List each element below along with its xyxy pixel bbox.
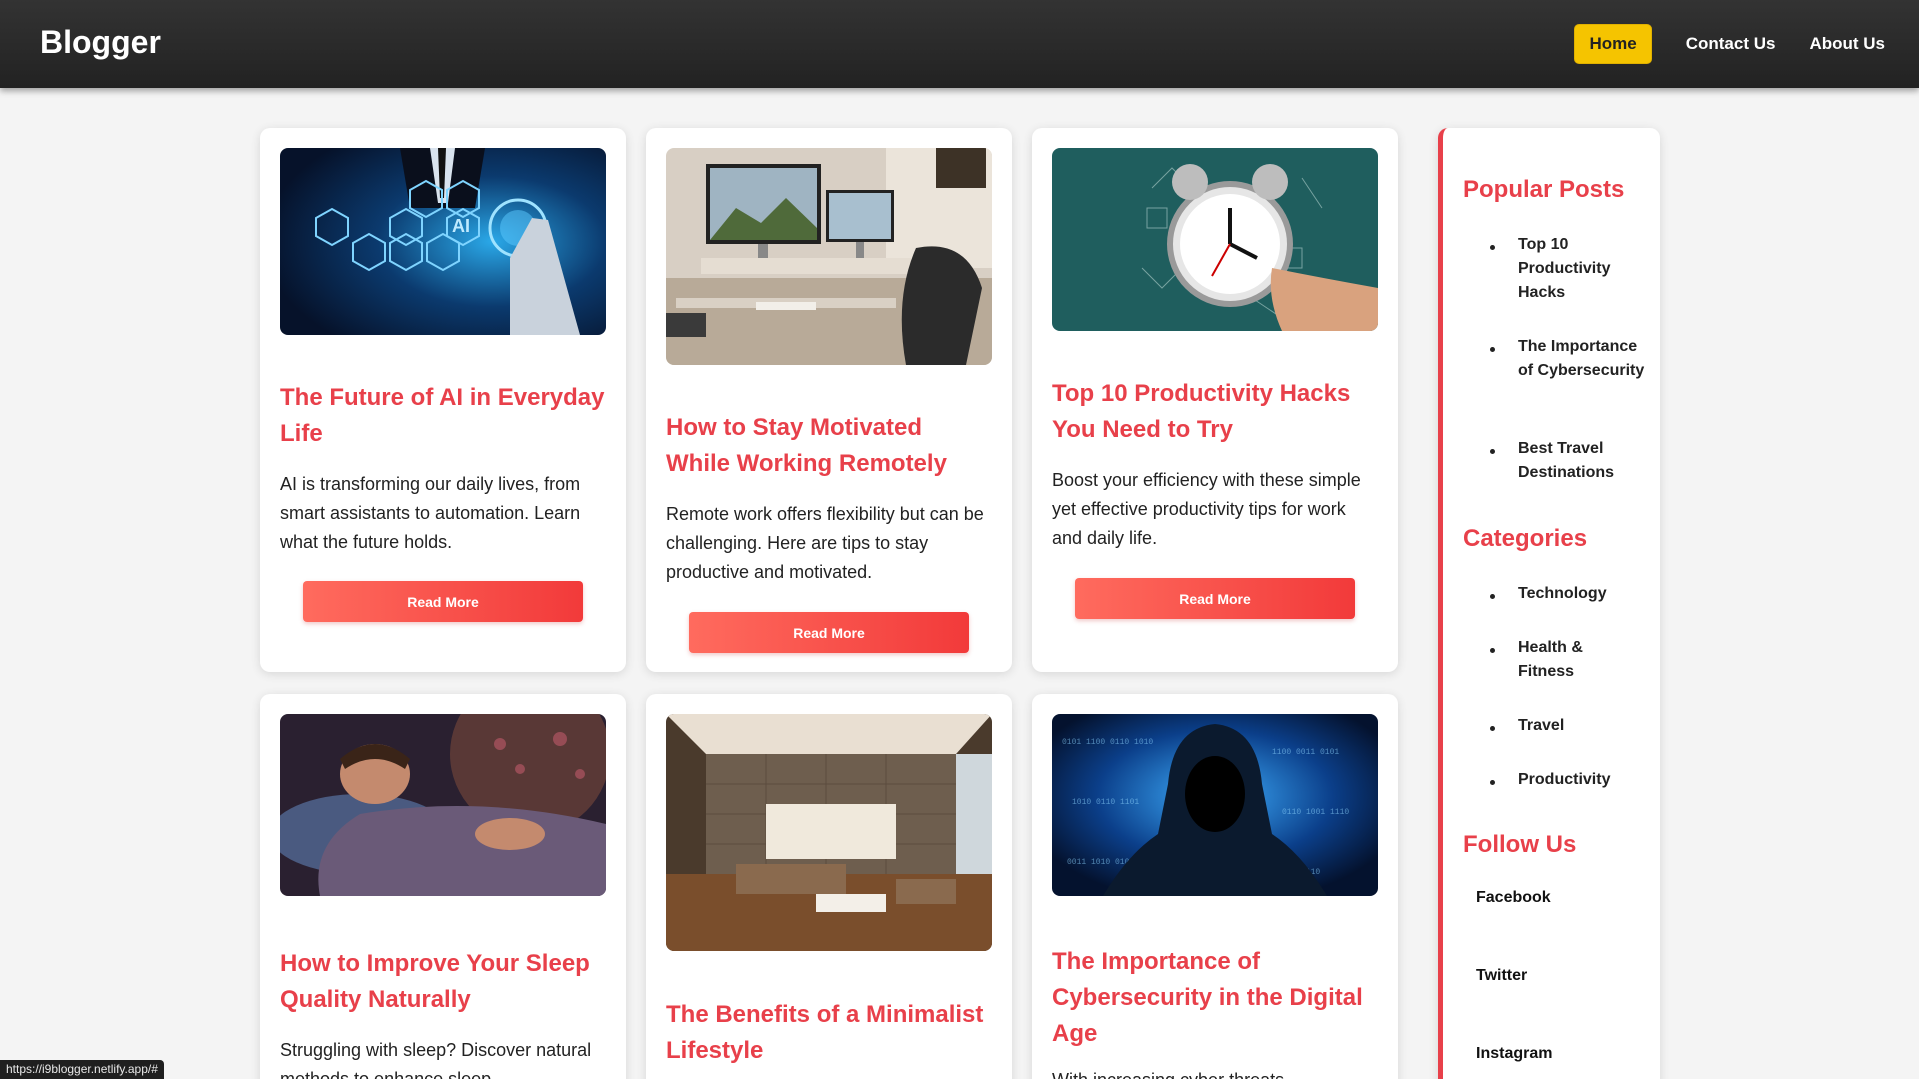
site-logo[interactable]: Blogger: [40, 24, 161, 61]
category-link[interactable]: Travel: [1518, 714, 1648, 738]
post-title[interactable]: How to Stay Motivated While Working Remo…: [666, 410, 992, 482]
hacker-hood-icon: 0101 1100 0110 1010 1100 0011 0101 1010 …: [1052, 714, 1378, 896]
post-card: How to Improve Your Sleep Quality Natura…: [260, 694, 626, 1079]
svg-text:0110 1001 1110: 0110 1001 1110: [1282, 808, 1349, 817]
post-card: The Benefits of a Minimalist Lifestyle: [646, 694, 1012, 1079]
read-more-button[interactable]: Read More: [689, 612, 969, 653]
twitter-link[interactable]: Twitter: [1476, 967, 1527, 985]
post-image[interactable]: [280, 714, 606, 896]
minimalist-room-icon: [666, 714, 992, 951]
post-card: 0101 1100 0110 1010 1100 0011 0101 1010 …: [1032, 694, 1398, 1079]
sidebar: Popular Posts Top 10 Productivity Hacks …: [1438, 128, 1660, 1079]
nav-home[interactable]: Home: [1574, 24, 1652, 64]
category-link[interactable]: Technology: [1518, 582, 1648, 606]
svg-text:AI: AI: [452, 216, 470, 236]
list-bullet: [1490, 648, 1495, 653]
post-card: How to Stay Motivated While Working Remo…: [646, 128, 1012, 672]
main-nav: Home Contact Us About Us: [1574, 0, 1919, 88]
popular-post-link[interactable]: Top 10 Productivity Hacks: [1518, 233, 1648, 305]
read-more-button[interactable]: Read More: [1075, 578, 1355, 619]
svg-text:1010 0110 1101: 1010 0110 1101: [1072, 798, 1139, 807]
list-bullet: [1490, 594, 1495, 599]
post-image[interactable]: AI: [280, 148, 606, 335]
post-title[interactable]: The Importance of Cybersecurity in the D…: [1052, 944, 1378, 1052]
post-excerpt: Remote work offers flexibility but can b…: [666, 504, 984, 582]
category-link[interactable]: Health & Fitness: [1518, 636, 1598, 684]
desk-computer-icon: [666, 148, 992, 365]
list-bullet: [1490, 780, 1495, 785]
post-card: Top 10 Productivity Hacks You Need to Tr…: [1032, 128, 1398, 672]
post-excerpt: Struggling with sleep? Discover natural …: [280, 1040, 592, 1079]
alarm-clock-icon: [1052, 148, 1378, 331]
svg-text:0101 1100 0110 1010: 0101 1100 0110 1010: [1062, 738, 1153, 747]
instagram-link[interactable]: Instagram: [1476, 1045, 1552, 1063]
read-more-button[interactable]: Read More: [303, 581, 583, 622]
list-bullet: [1490, 449, 1495, 454]
popular-post-link[interactable]: The Importance of Cybersecurity: [1518, 335, 1648, 383]
post-card: AI The Future of AI in Everyday Life AI …: [260, 128, 626, 672]
post-image[interactable]: [666, 714, 992, 951]
nav-contact-us[interactable]: Contact Us: [1686, 34, 1776, 54]
post-image[interactable]: [666, 148, 992, 365]
svg-text:1100 0011 0101: 1100 0011 0101: [1272, 748, 1339, 757]
post-excerpt: AI is transforming our daily lives, from…: [280, 474, 581, 552]
post-excerpt: Boost your efficiency with these simple …: [1052, 470, 1361, 548]
post-title[interactable]: The Future of AI in Everyday Life: [280, 380, 606, 452]
post-image[interactable]: 0101 1100 0110 1010 1100 0011 0101 1010 …: [1052, 714, 1378, 896]
site-header: Blogger Home Contact Us About Us: [0, 0, 1919, 88]
follow-us-heading: Follow Us: [1463, 831, 1577, 858]
popular-posts-heading: Popular Posts: [1463, 176, 1625, 203]
post-title[interactable]: How to Improve Your Sleep Quality Natura…: [280, 946, 606, 1018]
nav-about-us[interactable]: About Us: [1809, 34, 1885, 54]
post-title[interactable]: Top 10 Productivity Hacks You Need to Tr…: [1052, 376, 1378, 448]
post-excerpt: With increasing cyber threats: [1052, 1066, 1378, 1079]
post-image[interactable]: [1052, 148, 1378, 331]
ai-hand-icon: AI: [280, 148, 606, 335]
categories-heading: Categories: [1463, 525, 1588, 552]
list-bullet: [1490, 726, 1495, 731]
category-link[interactable]: Productivity: [1518, 768, 1648, 792]
list-bullet: [1490, 245, 1495, 250]
status-bar-url: https://i9blogger.netlify.app/#: [0, 1060, 164, 1079]
popular-post-link[interactable]: Best Travel Destinations: [1518, 437, 1648, 485]
post-title[interactable]: The Benefits of a Minimalist Lifestyle: [666, 997, 992, 1069]
list-bullet: [1490, 347, 1495, 352]
sleeping-man-icon: [280, 714, 606, 896]
facebook-link[interactable]: Facebook: [1476, 889, 1551, 907]
